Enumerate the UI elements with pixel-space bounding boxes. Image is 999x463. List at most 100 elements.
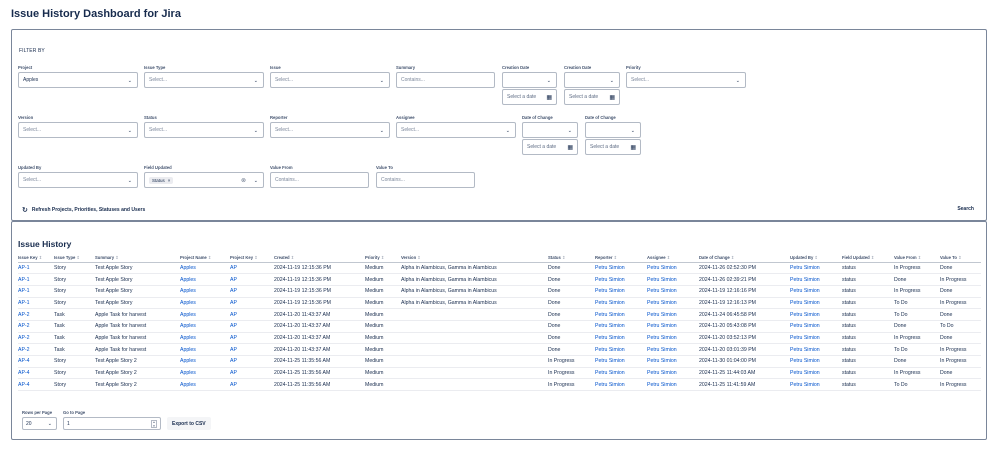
column-header[interactable]: Updated By ⇕	[790, 254, 842, 263]
table-cell-link[interactable]: Petru Simion	[647, 355, 699, 368]
table-cell-link[interactable]: Apples	[180, 343, 230, 356]
table-cell-link[interactable]: Apples	[180, 262, 230, 275]
creation-date-from-operator[interactable]: ⌄	[502, 72, 557, 88]
column-header[interactable]: Created ⇕	[274, 254, 365, 263]
table-cell-link[interactable]: AP-4	[18, 367, 54, 380]
table-cell-link[interactable]: Petru Simion	[647, 262, 699, 275]
table-cell-link[interactable]: Petru Simion	[790, 273, 842, 286]
table-cell-link[interactable]: Petru Simion	[595, 273, 647, 286]
table-cell-link[interactable]: Petru Simion	[790, 308, 842, 321]
table-cell-link[interactable]: Petru Simion	[790, 262, 842, 275]
table-cell-link[interactable]: Apples	[180, 308, 230, 321]
table-cell-link[interactable]: Petru Simion	[790, 378, 842, 392]
table-cell-link[interactable]: Apples	[180, 297, 230, 310]
table-cell-link[interactable]: AP	[230, 355, 274, 368]
table-cell-link[interactable]: Petru Simion	[790, 367, 842, 380]
table-cell-link[interactable]: Petru Simion	[595, 355, 647, 368]
table-cell-link[interactable]: Apples	[180, 273, 230, 286]
table-cell-link[interactable]: Petru Simion	[790, 297, 842, 310]
table-cell-link[interactable]: Petru Simion	[595, 332, 647, 345]
table-cell-link[interactable]: AP	[230, 262, 274, 275]
date-of-change-to-operator[interactable]: ⌄	[585, 122, 641, 138]
creation-date-to-operator[interactable]: ⌄	[564, 72, 620, 88]
table-cell-link[interactable]: Petru Simion	[790, 332, 842, 345]
table-cell-link[interactable]: AP	[230, 320, 274, 333]
table-cell-link[interactable]: Petru Simion	[790, 343, 842, 356]
column-header[interactable]: Field Updated ⇕	[842, 254, 894, 263]
go-to-page-input[interactable]: 1 ▲ ▼	[63, 417, 161, 430]
table-cell-link[interactable]: Apples	[180, 285, 230, 298]
remove-tag-icon[interactable]: ×	[168, 178, 171, 183]
column-header[interactable]: Value From ⇕	[894, 254, 940, 263]
column-header[interactable]: Summary ⇕	[95, 254, 180, 263]
date-of-change-from-picker[interactable]: Select a date ▦	[522, 139, 578, 155]
table-cell-link[interactable]: Petru Simion	[595, 320, 647, 333]
table-cell-link[interactable]: Petru Simion	[647, 273, 699, 286]
table-cell-link[interactable]: AP-2	[18, 308, 54, 321]
field-updated-select[interactable]: Status × ⊗ ⌄	[144, 172, 264, 188]
table-cell-link[interactable]: Apples	[180, 378, 230, 392]
status-select[interactable]: Select... ⌄	[144, 122, 264, 138]
table-cell-link[interactable]: Petru Simion	[647, 297, 699, 310]
table-cell-link[interactable]: AP	[230, 273, 274, 286]
refresh-button[interactable]: ↻ Refresh Projects, Priorities, Statuses…	[22, 206, 145, 214]
summary-input[interactable]: Contains...	[396, 72, 495, 88]
column-header[interactable]: Date of Change ⇕	[699, 254, 790, 263]
table-cell-link[interactable]: Petru Simion	[595, 308, 647, 321]
table-cell-link[interactable]: Petru Simion	[647, 308, 699, 321]
table-cell-link[interactable]: AP-1	[18, 262, 54, 275]
stepper-icon[interactable]: ▲ ▼	[151, 420, 157, 428]
table-cell-link[interactable]: Apples	[180, 367, 230, 380]
table-cell-link[interactable]: Petru Simion	[647, 343, 699, 356]
table-cell-link[interactable]: Petru Simion	[790, 355, 842, 368]
creation-date-to-picker[interactable]: Select a date ▦	[564, 89, 620, 105]
table-cell-link[interactable]: Petru Simion	[790, 285, 842, 298]
table-cell-link[interactable]: AP-4	[18, 378, 54, 392]
column-header[interactable]: Reporter ⇕	[595, 254, 647, 263]
clear-icon[interactable]: ⊗	[241, 177, 246, 184]
updated-by-select[interactable]: Select... ⌄	[18, 172, 138, 188]
table-cell-link[interactable]: AP-1	[18, 285, 54, 298]
table-cell-link[interactable]: Petru Simion	[647, 332, 699, 345]
column-header[interactable]: Issue Type ⇕	[54, 254, 95, 263]
column-header[interactable]: Project Key ⇕	[230, 254, 274, 263]
column-header[interactable]: Version ⇕	[401, 254, 548, 263]
table-cell-link[interactable]: AP-2	[18, 320, 54, 333]
creation-date-from-picker[interactable]: Select a date ▦	[502, 89, 557, 105]
table-cell-link[interactable]: AP-2	[18, 332, 54, 345]
column-header[interactable]: Priority ⇕	[365, 254, 401, 263]
column-header[interactable]: Assignee ⇕	[647, 254, 699, 263]
value-from-input[interactable]: Contains...	[270, 172, 369, 188]
reporter-select[interactable]: Select... ⌄	[270, 122, 390, 138]
table-cell-link[interactable]: AP	[230, 367, 274, 380]
table-cell-link[interactable]: AP	[230, 308, 274, 321]
project-select[interactable]: Apples ⌄	[18, 72, 138, 88]
table-cell-link[interactable]: Apples	[180, 332, 230, 345]
table-cell-link[interactable]: Petru Simion	[595, 378, 647, 392]
table-cell-link[interactable]: AP	[230, 285, 274, 298]
table-cell-link[interactable]: Apples	[180, 320, 230, 333]
table-cell-link[interactable]: AP-1	[18, 273, 54, 286]
table-cell-link[interactable]: AP-2	[18, 343, 54, 356]
date-of-change-from-operator[interactable]: ⌄	[522, 122, 578, 138]
table-cell-link[interactable]: Petru Simion	[647, 378, 699, 392]
table-cell-link[interactable]: Petru Simion	[647, 285, 699, 298]
table-cell-link[interactable]: AP	[230, 332, 274, 345]
table-cell-link[interactable]: AP-4	[18, 355, 54, 368]
value-to-input[interactable]: Contains...	[376, 172, 475, 188]
column-header[interactable]: Issue Key ⇕	[18, 254, 54, 263]
table-cell-link[interactable]: AP-1	[18, 297, 54, 310]
assignee-select[interactable]: Select... ⌄	[396, 122, 516, 138]
table-cell-link[interactable]: AP	[230, 343, 274, 356]
table-cell-link[interactable]: Petru Simion	[595, 367, 647, 380]
column-header[interactable]: Value To ⇕	[940, 254, 981, 263]
version-select[interactable]: Select... ⌄	[18, 122, 138, 138]
search-button[interactable]: Search	[957, 206, 974, 212]
table-cell-link[interactable]: Petru Simion	[790, 320, 842, 333]
table-cell-link[interactable]: Petru Simion	[595, 285, 647, 298]
date-of-change-to-picker[interactable]: Select a date ▦	[585, 139, 641, 155]
table-cell-link[interactable]: AP	[230, 378, 274, 392]
table-cell-link[interactable]: Petru Simion	[647, 367, 699, 380]
column-header[interactable]: Status ⇕	[548, 254, 595, 263]
table-cell-link[interactable]: AP	[230, 297, 274, 310]
